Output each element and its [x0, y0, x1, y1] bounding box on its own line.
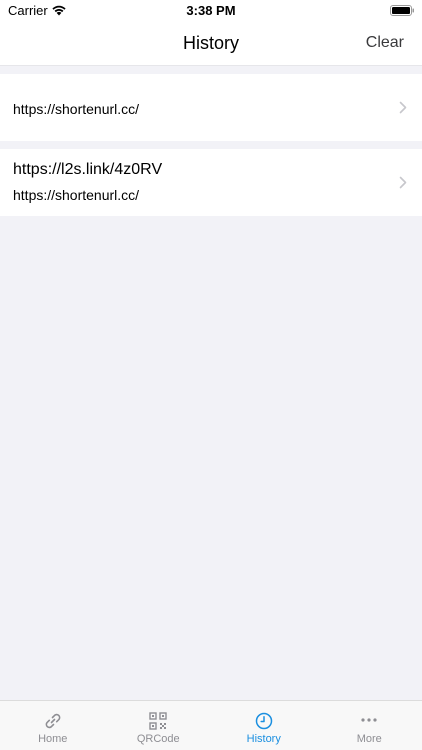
history-row[interactable]: https://l2s.link/4z0RV https://shortenur… [0, 149, 422, 216]
tab-label-home: Home [38, 733, 68, 745]
more-icon [361, 718, 377, 722]
page-title: History [182, 33, 239, 53]
chevron-right-icon [399, 101, 407, 114]
qrcode-icon [149, 712, 167, 730]
tab-bar: Home QRCode History More [0, 700, 422, 750]
status-time: 3:38 PM [186, 3, 236, 18]
tab-home[interactable]: Home [0, 701, 106, 750]
clock-icon [255, 712, 272, 730]
tab-qrcode[interactable]: QRCode [106, 701, 212, 750]
tab-label-more: More [356, 733, 382, 745]
short-url: https://l2s.link/4z0RV [13, 161, 163, 178]
status-bar: Carrier 3:38 PM [0, 0, 422, 22]
navigation-bar: History Clear [0, 22, 422, 66]
history-list: https://shortenurl.cc/ https://l2s.link/… [0, 66, 422, 700]
history-row[interactable]: https://shortenurl.cc/ [0, 74, 422, 141]
tab-history[interactable]: History [211, 701, 317, 750]
chevron-right-icon [399, 176, 407, 189]
battery-icon [390, 5, 414, 16]
tab-label-qrcode: QRCode [136, 733, 180, 745]
link-icon [45, 713, 61, 729]
long-url: https://shortenurl.cc/ [13, 187, 140, 203]
long-url: https://shortenurl.cc/ [13, 101, 140, 117]
tab-more[interactable]: More [317, 701, 422, 750]
clear-button[interactable]: Clear [366, 34, 404, 52]
tab-label-history: History [246, 733, 281, 745]
